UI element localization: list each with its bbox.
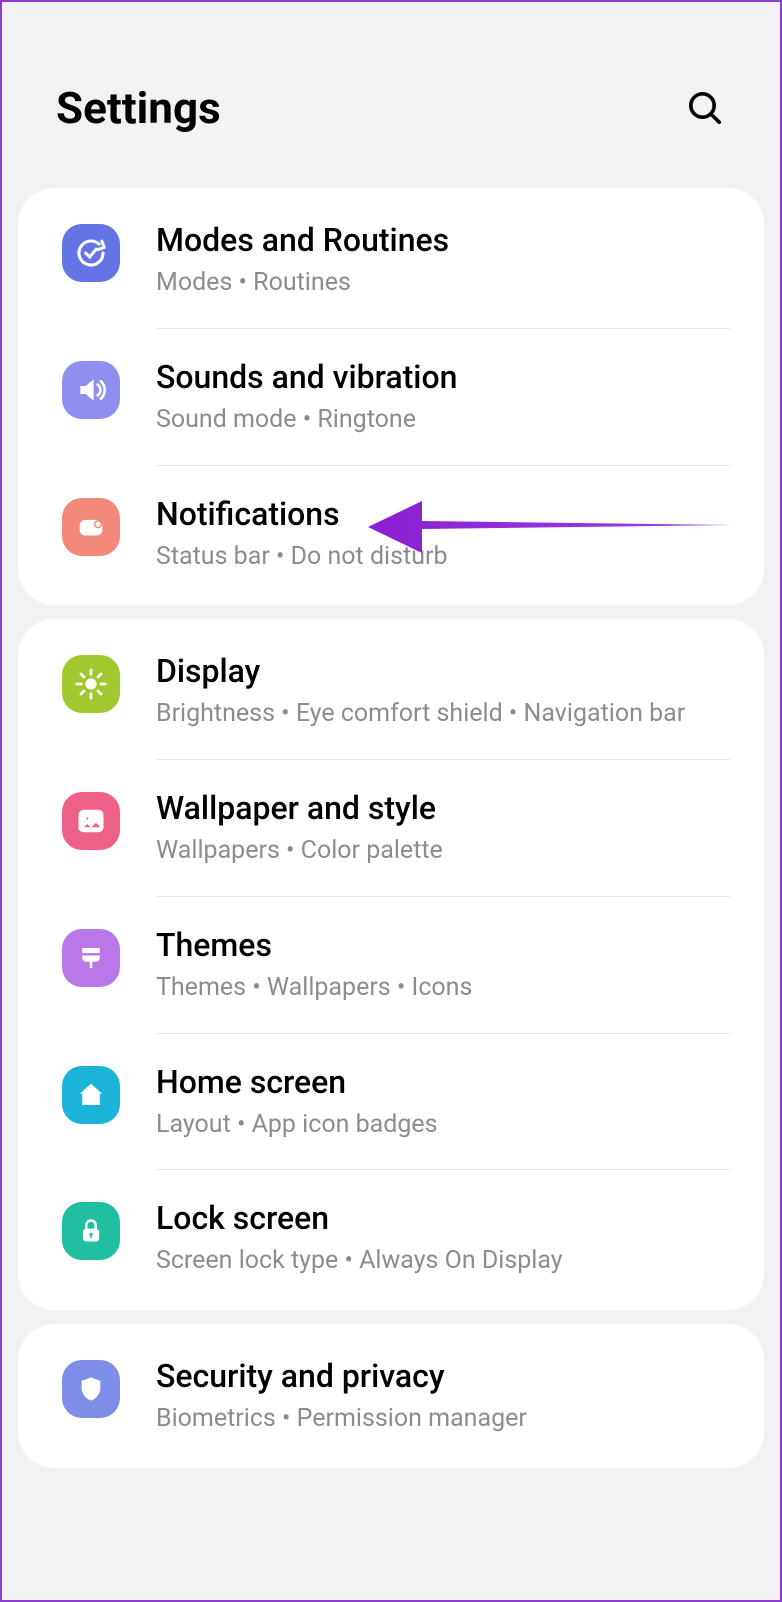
sun-icon: [62, 655, 120, 713]
item-subtitle: Screen lock type • Always On Display: [156, 1244, 730, 1278]
settings-group: Security and privacy Biometrics • Permis…: [18, 1324, 764, 1468]
settings-group: Modes and Routines Modes • Routines Soun…: [18, 188, 764, 605]
settings-item-lock[interactable]: Lock screen Screen lock type • Always On…: [18, 1170, 764, 1306]
item-title: Wallpaper and style: [156, 788, 730, 828]
notifications-icon: [62, 498, 120, 556]
item-title: Display: [156, 651, 730, 691]
item-subtitle: Status bar • Do not disturb: [156, 540, 730, 574]
item-subtitle: Biometrics • Permission manager: [156, 1402, 730, 1436]
page-title: Settings: [56, 82, 221, 134]
image-icon: [62, 792, 120, 850]
item-title: Themes: [156, 925, 730, 965]
shield-icon: [62, 1360, 120, 1418]
volume-icon: [62, 361, 120, 419]
item-subtitle: Wallpapers • Color palette: [156, 834, 730, 868]
item-subtitle: Modes • Routines: [156, 266, 730, 300]
settings-item-notifications[interactable]: Notifications Status bar • Do not distur…: [18, 466, 764, 602]
settings-item-wallpaper[interactable]: Wallpaper and style Wallpapers • Color p…: [18, 760, 764, 896]
item-title: Modes and Routines: [156, 220, 730, 260]
settings-item-security[interactable]: Security and privacy Biometrics • Permis…: [18, 1328, 764, 1464]
item-subtitle: Brightness • Eye comfort shield • Naviga…: [156, 697, 730, 731]
settings-header: Settings: [2, 2, 780, 174]
search-button[interactable]: [684, 87, 726, 129]
settings-item-themes[interactable]: Themes Themes • Wallpapers • Icons: [18, 897, 764, 1033]
settings-item-display[interactable]: Display Brightness • Eye comfort shield …: [18, 623, 764, 759]
settings-item-sounds[interactable]: Sounds and vibration Sound mode • Ringto…: [18, 329, 764, 465]
settings-item-home[interactable]: Home screen Layout • App icon badges: [18, 1034, 764, 1170]
item-title: Sounds and vibration: [156, 357, 730, 397]
item-subtitle: Layout • App icon badges: [156, 1108, 730, 1142]
item-title: Lock screen: [156, 1198, 730, 1238]
settings-item-modes[interactable]: Modes and Routines Modes • Routines: [18, 192, 764, 328]
brush-icon: [62, 929, 120, 987]
search-icon: [685, 88, 725, 128]
item-subtitle: Sound mode • Ringtone: [156, 403, 730, 437]
lock-icon: [62, 1202, 120, 1260]
item-title: Home screen: [156, 1062, 730, 1102]
item-subtitle: Themes • Wallpapers • Icons: [156, 971, 730, 1005]
item-title: Notifications: [156, 494, 730, 534]
settings-group: Display Brightness • Eye comfort shield …: [18, 619, 764, 1310]
home-icon: [62, 1066, 120, 1124]
modes-icon: [62, 224, 120, 282]
item-title: Security and privacy: [156, 1356, 730, 1396]
